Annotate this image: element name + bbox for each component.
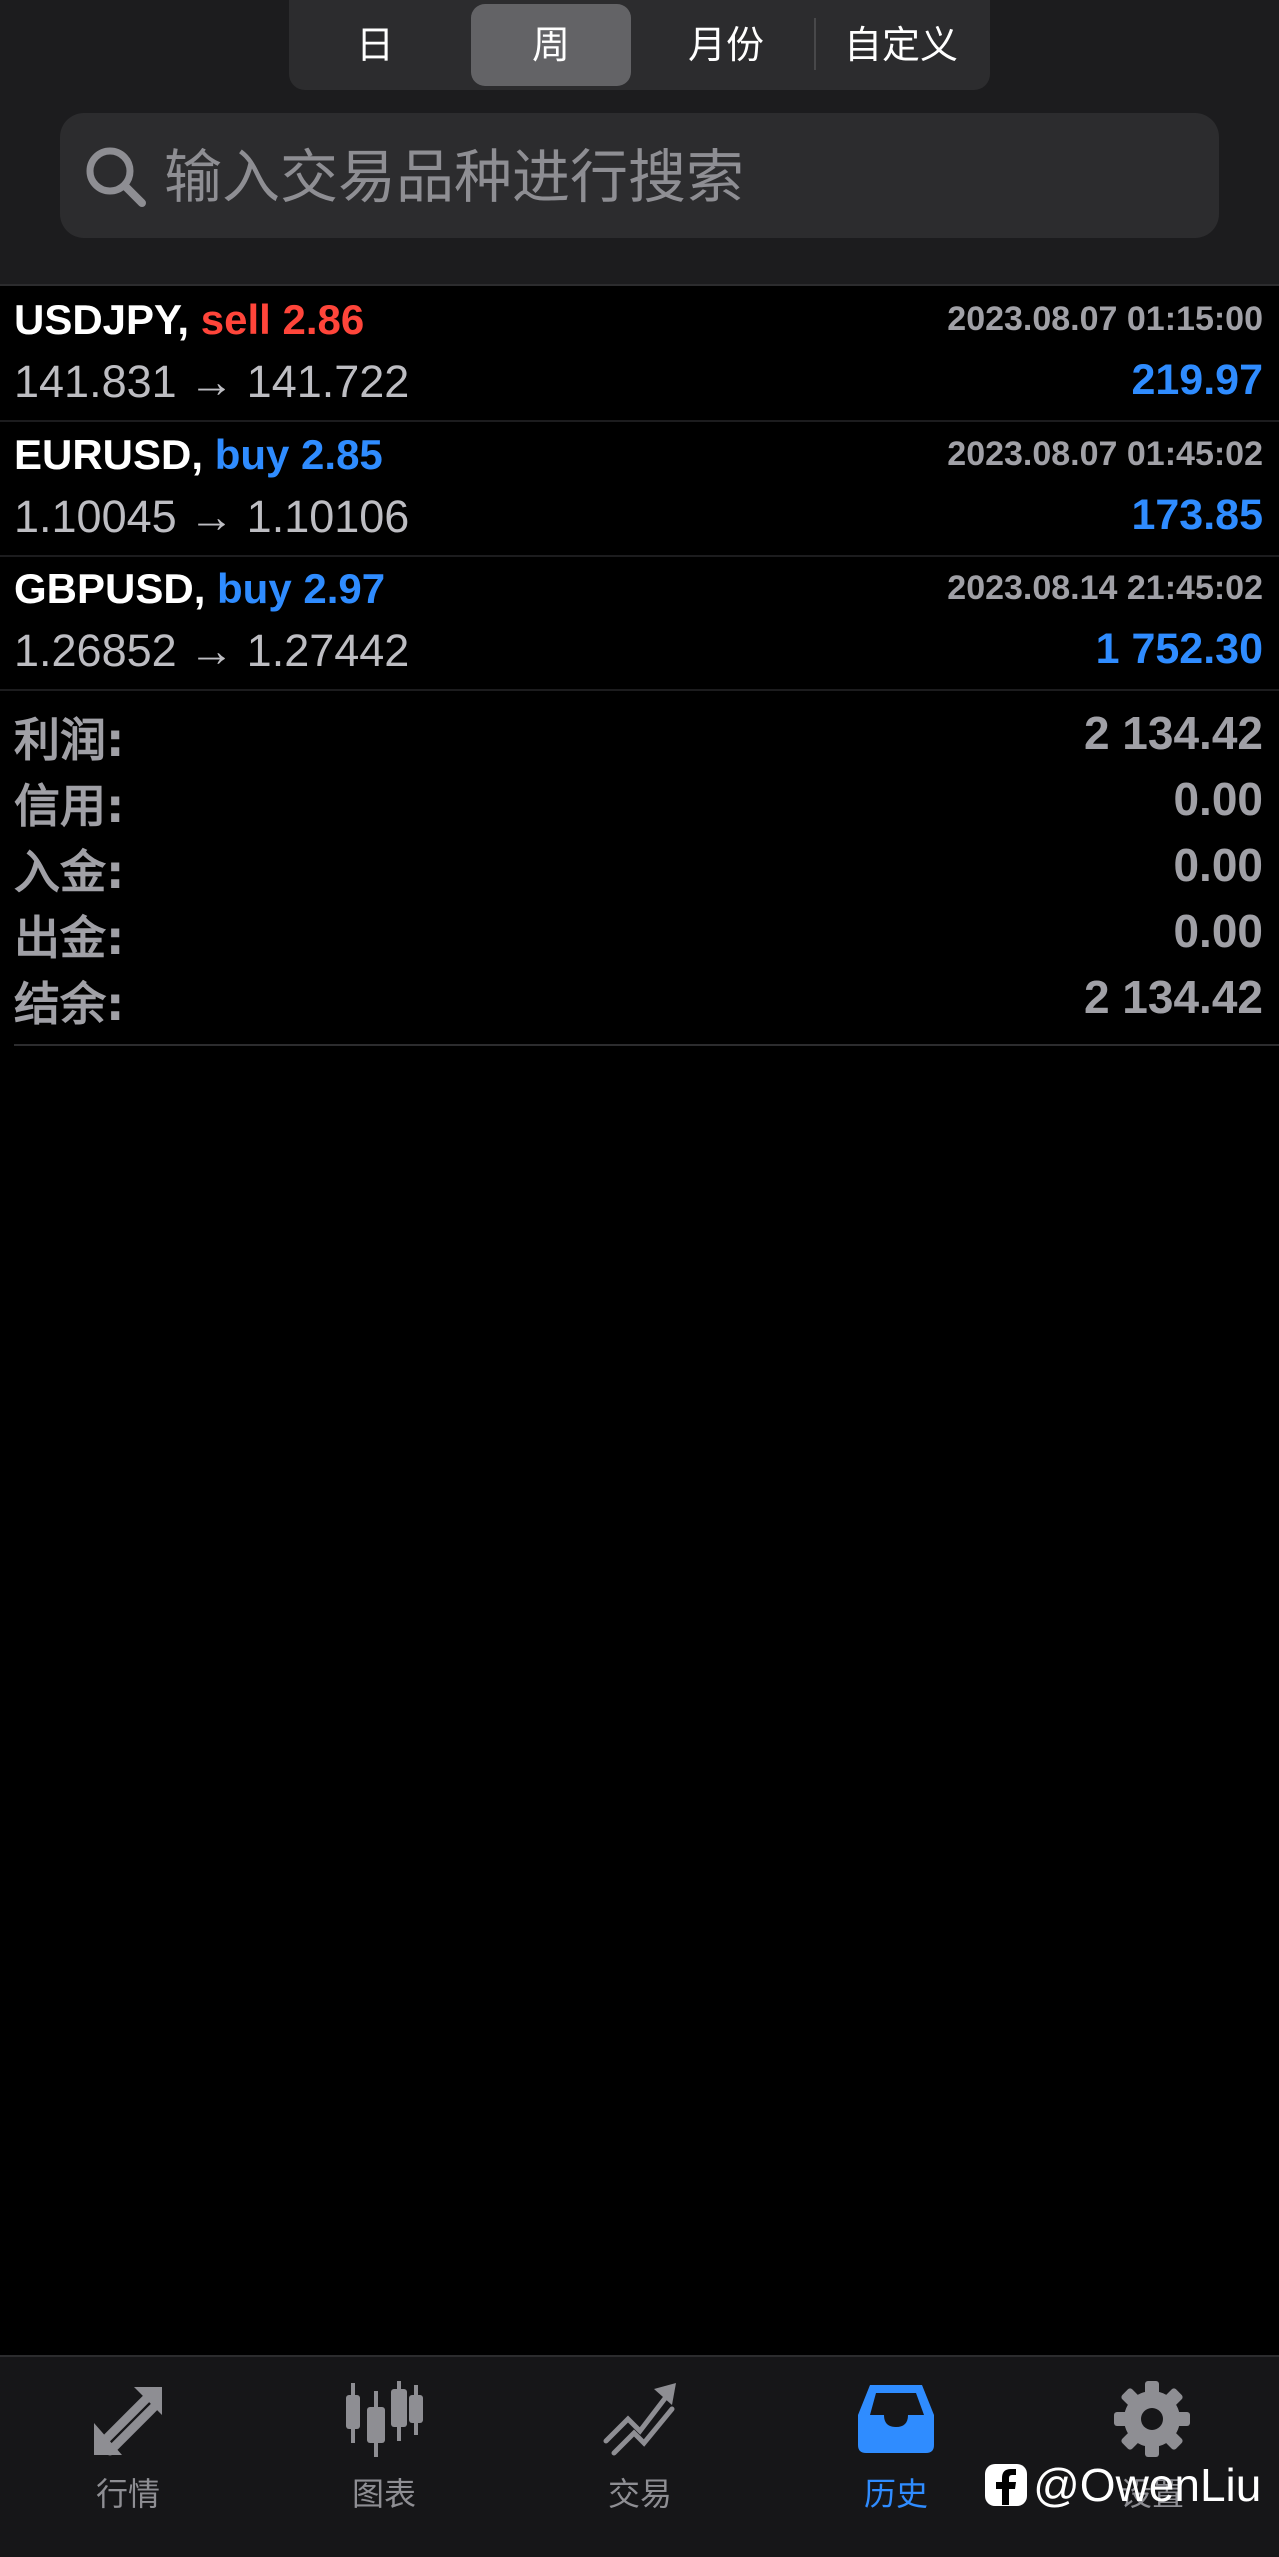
trade-row[interactable]: EURUSD, buy 2.85 2023.08.07 01:45:02 1.1… bbox=[0, 421, 1279, 557]
summary-row-withdrawal: 出金: 0.00 bbox=[0, 898, 1279, 965]
tab-label: 交易 bbox=[607, 2475, 672, 2513]
watermark: @OwenLiu bbox=[984, 2458, 1261, 2518]
tab-custom[interactable]: 自定义 bbox=[819, 4, 983, 86]
trade-time: 2023.08.14 21:45:02 bbox=[947, 569, 1263, 607]
trade-header: GBPUSD, buy 2.97 bbox=[14, 565, 385, 613]
summary-label: 入金: bbox=[14, 845, 125, 899]
period-segmented-control: 日 周 月份 自定义 bbox=[289, 0, 990, 90]
trade-prices: 141.831 → 141.722 bbox=[14, 356, 410, 407]
tab-label: 图表 bbox=[351, 2475, 416, 2513]
summary-value: 0.00 bbox=[1173, 905, 1263, 957]
summary-label: 结余: bbox=[14, 977, 125, 1031]
trade-prices: 1.26852 → 1.27442 bbox=[14, 625, 410, 676]
trade-profit: 219.97 bbox=[1131, 356, 1263, 404]
trade-profit: 173.85 bbox=[1131, 491, 1263, 539]
trade-side-volume: buy 2.97 bbox=[217, 565, 386, 612]
trade-header: USDJPY, sell 2.86 bbox=[14, 296, 364, 344]
trade-row[interactable]: USDJPY, sell 2.86 2023.08.07 01:15:00 14… bbox=[0, 286, 1279, 422]
summary-label: 利润: bbox=[14, 713, 125, 767]
summary-divider bbox=[14, 1044, 1279, 1046]
search-icon bbox=[86, 147, 146, 207]
summary-label: 出金: bbox=[14, 911, 125, 965]
history-inbox-icon bbox=[858, 2385, 934, 2453]
trade-symbol: EURUSD, bbox=[14, 431, 204, 478]
summary-section: 利润: 2 134.42 信用: 0.00 入金: 0.00 出金: 0.00 … bbox=[0, 700, 1279, 1031]
trade-trend-icon bbox=[603, 2383, 676, 2456]
trade-time: 2023.08.07 01:45:02 bbox=[947, 435, 1263, 473]
trade-prices: 1.10045 → 1.10106 bbox=[14, 491, 410, 542]
trade-time: 2023.08.07 01:15:00 bbox=[947, 300, 1263, 338]
top-bar: 日 周 月份 自定义 bbox=[0, 0, 1279, 284]
tab-week[interactable]: 周 bbox=[471, 4, 631, 86]
tab-label: 行情 bbox=[95, 2475, 160, 2513]
summary-label: 信用: bbox=[14, 779, 125, 833]
trade-symbol: GBPUSD, bbox=[14, 565, 206, 612]
watermark-text: @OwenLiu bbox=[1033, 2459, 1262, 2511]
tab-quotes[interactable]: 行情 bbox=[0, 2357, 256, 2557]
tab-settings[interactable]: 设置 bbox=[1024, 2357, 1279, 2557]
tab-chart[interactable]: 图表 bbox=[256, 2357, 512, 2557]
tab-history[interactable]: 历史 bbox=[768, 2357, 1024, 2557]
search-input[interactable] bbox=[162, 113, 1196, 240]
summary-row-deposit: 入金: 0.00 bbox=[0, 832, 1279, 899]
search-bar[interactable] bbox=[60, 113, 1219, 240]
segment-divider bbox=[814, 18, 816, 70]
tab-trade[interactable]: 交易 bbox=[512, 2357, 768, 2557]
trade-row[interactable]: GBPUSD, buy 2.97 2023.08.14 21:45:02 1.2… bbox=[0, 555, 1279, 691]
trade-side-volume: buy 2.85 bbox=[214, 431, 383, 478]
summary-row-credit: 信用: 0.00 bbox=[0, 766, 1279, 833]
trade-symbol: USDJPY, bbox=[14, 296, 190, 343]
tab-day[interactable]: 日 bbox=[299, 4, 451, 86]
summary-value: 0.00 bbox=[1173, 839, 1263, 891]
trade-profit: 1 752.30 bbox=[1095, 625, 1263, 673]
bottom-tab-bar: 行情 图表 交易 历史 设置 bbox=[0, 2355, 1279, 2557]
summary-value: 2 134.42 bbox=[1083, 971, 1263, 1023]
candlestick-chart-icon bbox=[346, 2381, 423, 2457]
facebook-icon bbox=[985, 2464, 1027, 2506]
quotes-arrows-icon bbox=[94, 2387, 162, 2456]
trade-side-volume: sell 2.86 bbox=[200, 296, 365, 343]
summary-value: 0.00 bbox=[1173, 773, 1263, 825]
gear-icon bbox=[1114, 2381, 1190, 2457]
summary-row-profit: 利润: 2 134.42 bbox=[0, 700, 1279, 767]
summary-row-balance: 结余: 2 134.42 bbox=[0, 964, 1279, 1031]
summary-value: 2 134.42 bbox=[1083, 707, 1263, 759]
tab-month[interactable]: 月份 bbox=[641, 4, 811, 86]
trade-header: EURUSD, buy 2.85 bbox=[14, 431, 383, 479]
